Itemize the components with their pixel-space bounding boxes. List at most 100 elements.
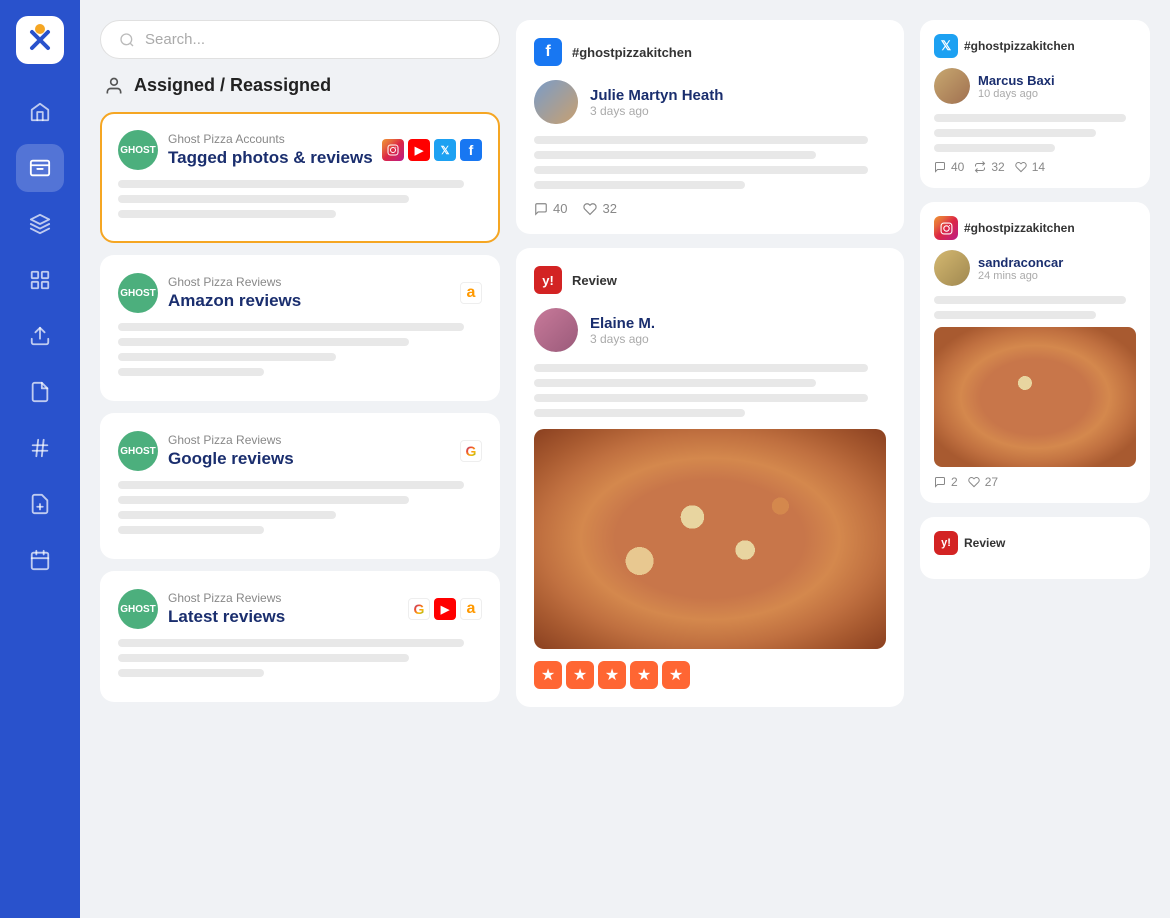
search-icon — [119, 32, 135, 48]
card-2-account: Ghost Pizza Reviews — [168, 275, 301, 289]
post-1-user-row: Julie Martyn Heath 3 days ago — [534, 80, 886, 124]
rpost-yelp: y! Review — [920, 517, 1150, 579]
comment-icon — [534, 202, 548, 216]
rpost-2-username: sandraconcar — [978, 255, 1063, 270]
app-logo — [16, 16, 64, 64]
rpost-2-comments: 2 — [934, 475, 958, 489]
card-4-title: Latest reviews — [168, 607, 285, 627]
rpost-2-image — [934, 327, 1136, 467]
yelp-badge-r: y! — [934, 531, 958, 555]
marcus-avatar — [934, 68, 970, 104]
post-2-platform-label: Review — [572, 273, 617, 288]
card-latest-reviews[interactable]: GHOST Ghost Pizza Reviews Latest reviews… — [100, 571, 500, 702]
card-3-account: Ghost Pizza Reviews — [168, 433, 294, 447]
rpost-2-platform: #ghostpizzakitchen — [934, 216, 1136, 240]
comment-icon-r1 — [934, 161, 946, 173]
right-panel: 𝕏 #ghostpizzakitchen Marcus Baxi 10 days… — [920, 20, 1150, 898]
facebook-icon: f — [460, 139, 482, 161]
post-2-time: 3 days ago — [590, 332, 655, 346]
heart-icon-r2 — [968, 476, 980, 488]
star-3: ★ — [598, 661, 626, 689]
rpost-twitter: 𝕏 #ghostpizzakitchen Marcus Baxi 10 days… — [920, 20, 1150, 188]
sandra-avatar — [934, 250, 970, 286]
rpost-1-user: Marcus Baxi 10 days ago — [934, 68, 1136, 104]
post-2-content — [534, 364, 886, 417]
card-2-platforms: a — [460, 282, 482, 304]
sidebar-item-hashtag[interactable] — [16, 424, 64, 472]
rpost-1-retweet-count: 32 — [991, 160, 1004, 174]
sidebar — [0, 0, 80, 918]
middle-panel: f #ghostpizzakitchen Julie Martyn Heath … — [516, 20, 904, 898]
card-2-title: Amazon reviews — [168, 291, 301, 311]
twitter-badge: 𝕏 — [934, 34, 958, 58]
rpost-2-stats: 2 27 — [934, 475, 1136, 489]
card-1-skeleton — [118, 180, 482, 218]
retweet-icon — [974, 161, 986, 173]
card-4-account: Ghost Pizza Reviews — [168, 591, 285, 605]
user-icon — [104, 76, 124, 96]
post-1-comments: 40 — [534, 201, 567, 216]
rpost-1-comment-count: 40 — [951, 160, 964, 174]
sidebar-item-add-doc[interactable] — [16, 480, 64, 528]
elaine-avatar — [534, 308, 578, 352]
post-1-stats: 40 32 — [534, 201, 886, 216]
search-placeholder: Search... — [145, 31, 205, 48]
star-1: ★ — [534, 661, 562, 689]
star-4: ★ — [630, 661, 658, 689]
post-1-content — [534, 136, 886, 189]
sidebar-item-inbox[interactable] — [16, 144, 64, 192]
ghost-avatar-3: GHOST — [118, 431, 158, 471]
sidebar-item-document[interactable] — [16, 368, 64, 416]
card-1-title: Tagged photos & reviews — [168, 148, 373, 168]
post-1-header: f #ghostpizzakitchen — [534, 38, 886, 66]
section-heading: Assigned / Reassigned — [134, 75, 331, 96]
post-1-comment-count: 40 — [553, 201, 567, 216]
post-1-username: Julie Martyn Heath — [590, 87, 723, 104]
twitter-icon-1: 𝕏 — [434, 139, 456, 161]
post-1-platform-label: #ghostpizzakitchen — [572, 45, 692, 60]
heart-icon-1 — [583, 202, 597, 216]
rpost-2-comment-count: 2 — [951, 475, 958, 489]
rpost-1-platform: 𝕏 #ghostpizzakitchen — [934, 34, 1136, 58]
google-icon-2: G — [408, 598, 430, 620]
rpost-2-time: 24 mins ago — [978, 270, 1063, 282]
instagram-icon-r — [940, 222, 953, 235]
star-5: ★ — [662, 661, 690, 689]
rpost-2-content — [934, 296, 1136, 319]
card-tagged-photos[interactable]: GHOST Ghost Pizza Accounts Tagged photos… — [100, 112, 500, 243]
sidebar-item-grid[interactable] — [16, 256, 64, 304]
cards-list: GHOST Ghost Pizza Accounts Tagged photos… — [100, 112, 500, 702]
sidebar-item-upload[interactable] — [16, 312, 64, 360]
rpost-1-like-count: 14 — [1032, 160, 1045, 174]
sidebar-item-layers[interactable] — [16, 200, 64, 248]
card-3-title: Google reviews — [168, 449, 294, 469]
rpost-1-stats: 40 32 14 — [934, 160, 1136, 174]
post-2-stars: ★ ★ ★ ★ ★ — [534, 661, 886, 689]
instagram-icon — [382, 139, 404, 161]
card-google-reviews[interactable]: GHOST Ghost Pizza Reviews Google reviews… — [100, 413, 500, 559]
ghost-avatar-2: GHOST — [118, 273, 158, 313]
rpost-1-retweets: 32 — [974, 160, 1004, 174]
rpost-1-label: #ghostpizzakitchen — [964, 39, 1075, 53]
amazon-icon: a — [460, 282, 482, 304]
search-bar[interactable]: Search... — [100, 20, 500, 59]
julie-avatar — [534, 80, 578, 124]
post-card-yelp: y! Review Elaine M. 3 days ago — [516, 248, 904, 707]
yelp-badge: y! — [534, 266, 562, 294]
rpost-3-label: Review — [964, 536, 1005, 550]
post-2-image — [534, 429, 886, 649]
rpost-2-likes: 27 — [968, 475, 998, 489]
sidebar-item-home[interactable] — [16, 88, 64, 136]
sidebar-item-calendar[interactable] — [16, 536, 64, 584]
ghost-avatar-4: GHOST — [118, 589, 158, 629]
rpost-1-content — [934, 114, 1136, 152]
card-amazon-reviews[interactable]: GHOST Ghost Pizza Reviews Amazon reviews… — [100, 255, 500, 401]
post-1-time: 3 days ago — [590, 104, 723, 118]
rpost-1-username: Marcus Baxi — [978, 73, 1055, 88]
rpost-1-time: 10 days ago — [978, 88, 1055, 100]
rpost-2-user: sandraconcar 24 mins ago — [934, 250, 1136, 286]
facebook-badge: f — [534, 38, 562, 66]
card-1-platforms: ▶ 𝕏 f — [382, 139, 482, 161]
post-1-likes: 32 — [583, 201, 616, 216]
rpost-2-label: #ghostpizzakitchen — [964, 221, 1075, 235]
